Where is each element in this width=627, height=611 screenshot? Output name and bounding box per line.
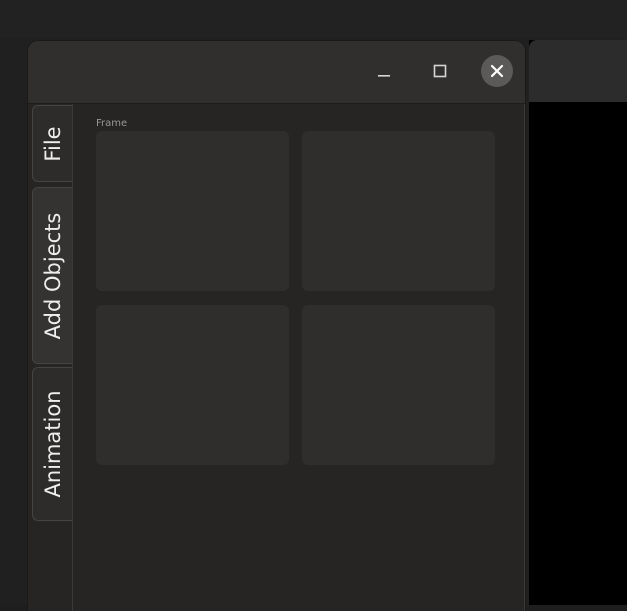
background-window-header: [529, 40, 627, 102]
frame-slot[interactable]: [302, 305, 495, 465]
close-icon: [490, 64, 504, 78]
frame-slot[interactable]: [302, 131, 495, 291]
maximize-button[interactable]: [425, 56, 455, 86]
minimize-button[interactable]: [369, 56, 399, 86]
tab-rail-divider: [72, 104, 73, 611]
app-window: File Add Objects Animation Frame: [28, 41, 525, 611]
content-panel: Frame: [75, 104, 525, 611]
tab-add-objects-label: Add Objects: [41, 212, 65, 339]
maximize-icon: [433, 64, 447, 78]
tab-animation[interactable]: Animation: [32, 367, 73, 521]
tab-add-objects[interactable]: Add Objects: [32, 187, 73, 364]
minimize-icon: [378, 75, 390, 77]
frame-label: Frame: [96, 118, 128, 129]
tab-file-label: File: [41, 125, 65, 162]
frame-slot[interactable]: [96, 131, 289, 291]
desktop-top-bar: [0, 0, 627, 38]
tab-file[interactable]: File: [32, 105, 73, 182]
close-button[interactable]: [481, 55, 513, 87]
background-window[interactable]: [529, 40, 627, 605]
tab-animation-label: Animation: [41, 390, 65, 498]
frame-slot[interactable]: [96, 305, 289, 465]
desktop: File Add Objects Animation Frame: [0, 0, 627, 611]
title-bar[interactable]: [28, 41, 525, 104]
side-tab-strip: File Add Objects Animation: [28, 104, 74, 611]
